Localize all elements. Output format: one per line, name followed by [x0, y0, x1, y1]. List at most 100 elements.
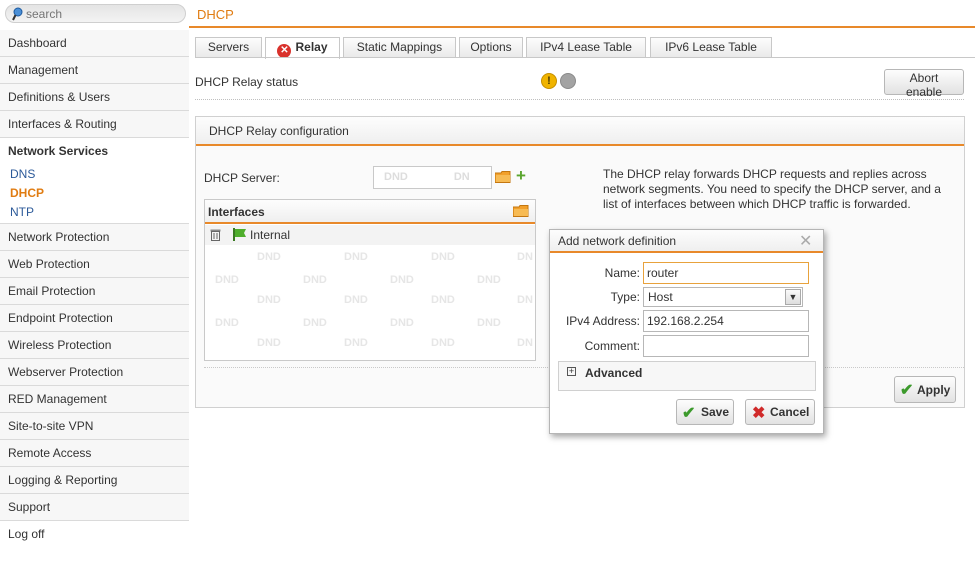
add-icon[interactable]: +: [516, 167, 526, 184]
relay-status-label: DHCP Relay status: [195, 75, 299, 89]
dnd-hint: DND: [257, 337, 281, 349]
sidebar-item-red-management[interactable]: RED Management: [0, 386, 189, 413]
sidebar-item-network-protection[interactable]: Network Protection: [0, 224, 189, 251]
type-label: Type:: [610, 290, 640, 304]
sidebar-item-support[interactable]: Support: [0, 494, 189, 521]
sidebar-item-management[interactable]: Management: [0, 57, 189, 84]
tab-ipv6-lease-table[interactable]: IPv6 Lease Table: [650, 37, 772, 58]
apply-button[interactable]: ✔ Apply: [894, 376, 956, 403]
dnd-hint: DND: [390, 317, 414, 329]
list-item[interactable]: Internal: [205, 225, 535, 245]
dnd-hint: DND: [431, 294, 455, 306]
cancel-icon: ✖: [752, 405, 766, 422]
title-divider: [189, 26, 975, 28]
trash-icon[interactable]: [210, 228, 221, 241]
close-icon[interactable]: ✕: [799, 231, 812, 251]
dnd-hint: DND: [390, 274, 414, 286]
sidebar-item-definitions-users[interactable]: Definitions & Users: [0, 84, 189, 111]
advanced-label: Advanced: [585, 366, 643, 380]
dnd-hint: DND: [477, 274, 501, 286]
search-box[interactable]: [5, 4, 186, 23]
sidebar-item-web-protection[interactable]: Web Protection: [0, 251, 189, 278]
tab-ipv4-lease-table[interactable]: IPv4 Lease Table: [526, 37, 646, 58]
dnd-hint: DND: [344, 251, 368, 263]
sidebar-item-interfaces-routing[interactable]: Interfaces & Routing: [0, 111, 189, 138]
cancel-label: Cancel: [770, 405, 810, 419]
dnd-hint: DND: [344, 294, 368, 306]
abort-enable-button[interactable]: Abort enable: [884, 69, 964, 99]
dnd-hint: DN: [517, 251, 533, 263]
advanced-section[interactable]: + Advanced: [558, 361, 816, 391]
name-label: Name:: [604, 266, 640, 280]
panel-title: DHCP Relay configuration: [209, 124, 349, 138]
dnd-hint: DND: [431, 337, 455, 349]
tab-static-mappings[interactable]: Static Mappings: [343, 37, 456, 58]
tab-relay[interactable]: ✕ Relay: [265, 37, 340, 59]
ipv4-label: IPv4 Address:: [565, 314, 640, 328]
comment-field[interactable]: [643, 335, 809, 357]
comment-label: Comment:: [584, 339, 640, 353]
sidebar-item-webserver-protection[interactable]: Webserver Protection: [0, 359, 189, 386]
sidebar-item-log-off[interactable]: Log off: [0, 521, 189, 548]
dnd-hint: DND: [215, 274, 239, 286]
dnd-hint: DND: [303, 317, 327, 329]
dnd-hint: DND: [215, 317, 239, 329]
sidebar-item-email-protection[interactable]: Email Protection: [0, 278, 189, 305]
interface-flag-icon: [233, 228, 246, 241]
tab-servers[interactable]: Servers: [195, 37, 262, 58]
expand-icon[interactable]: +: [567, 367, 576, 376]
tab-label: Relay: [295, 40, 328, 54]
ipv4-address-field[interactable]: [643, 310, 809, 332]
dnd-hint: DND: [344, 337, 368, 349]
interfaces-title: Interfaces: [208, 205, 265, 219]
interfaces-header: Interfaces: [205, 200, 535, 224]
type-selected-value: Host: [648, 290, 673, 304]
tabs-divider: [195, 57, 975, 58]
interfaces-box[interactable]: Interfaces Internal DND DND DND DN DND D…: [204, 199, 536, 361]
status-off-icon: [560, 73, 576, 89]
dnd-hint: DND: [257, 294, 281, 306]
dialog-header: Add network definition ✕: [550, 230, 823, 253]
help-text: The DHCP relay forwards DHCP requests an…: [603, 167, 941, 211]
name-field[interactable]: [643, 262, 809, 284]
panel-header: DHCP Relay configuration: [196, 117, 964, 146]
dnd-hint: DND: [477, 317, 501, 329]
dialog-title: Add network definition: [558, 234, 677, 248]
error-icon: ✕: [277, 44, 292, 58]
folder-icon[interactable]: [495, 171, 511, 183]
save-button[interactable]: ✔ Save: [676, 399, 734, 425]
sidebar-item-logging-reporting[interactable]: Logging & Reporting: [0, 467, 189, 494]
save-label: Save: [701, 405, 730, 419]
sidebar-item-site-to-site-vpn[interactable]: Site-to-site VPN: [0, 413, 189, 440]
sidebar-item-endpoint-protection[interactable]: Endpoint Protection: [0, 305, 189, 332]
search-icon: [12, 7, 23, 21]
status-divider: [195, 99, 964, 100]
tab-options[interactable]: Options: [459, 37, 523, 58]
dhcp-server-dropzone[interactable]: DND DN: [373, 166, 492, 189]
chevron-down-icon[interactable]: ▼: [785, 289, 801, 305]
sidebar-item-wireless-protection[interactable]: Wireless Protection: [0, 332, 189, 359]
type-select[interactable]: Host ▼: [643, 287, 803, 307]
sidebar-nav: Dashboard Management Definitions & Users…: [0, 30, 189, 548]
folder-icon[interactable]: [513, 205, 529, 217]
sidebar-subitem-dns[interactable]: DNS: [0, 165, 189, 184]
check-icon: ✔: [900, 382, 914, 399]
warning-icon: !: [541, 73, 557, 89]
sidebar-subitem-dhcp[interactable]: DHCP: [0, 184, 189, 203]
sidebar-item-network-services[interactable]: Network Services: [0, 138, 189, 165]
sidebar-item-remote-access[interactable]: Remote Access: [0, 440, 189, 467]
interface-name: Internal: [250, 228, 291, 242]
dnd-hint: DND: [431, 251, 455, 263]
dhcp-server-label: DHCP Server:: [204, 171, 280, 185]
dnd-hint: DND: [303, 274, 327, 286]
apply-label: Apply: [917, 382, 951, 397]
dnd-hint: DN: [453, 171, 470, 183]
dnd-hint: DN: [517, 337, 533, 349]
page-title: DHCP: [197, 7, 234, 22]
sidebar-subitem-ntp[interactable]: NTP: [0, 203, 189, 224]
cancel-button[interactable]: ✖ Cancel: [745, 399, 815, 425]
tab-label: Static Mappings: [356, 40, 443, 54]
tab-label: IPv4 Lease Table: [540, 40, 632, 54]
search-input[interactable]: [26, 6, 176, 21]
sidebar-item-dashboard[interactable]: Dashboard: [0, 30, 189, 57]
